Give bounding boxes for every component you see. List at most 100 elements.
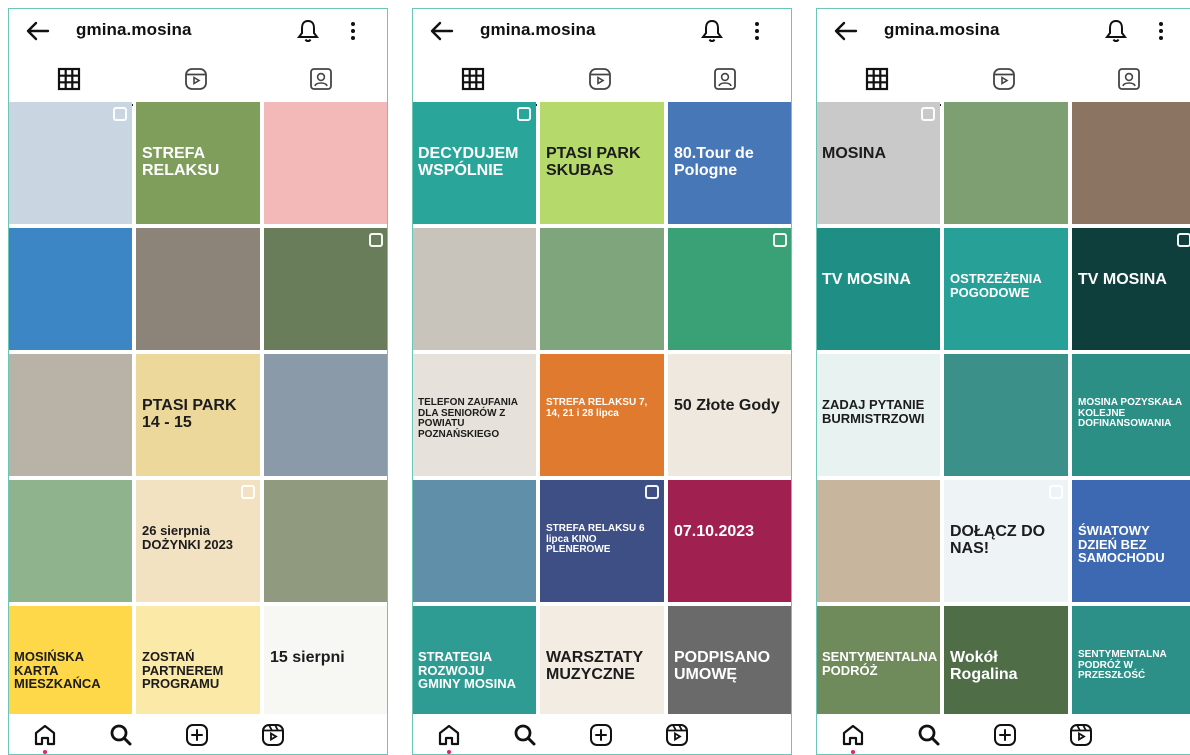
notifications-bell-icon[interactable] (296, 18, 320, 44)
post-thumbnail[interactable]: STRATEGIA ROZWOJU GMINY MOSINA (412, 606, 536, 728)
reels-icon[interactable] (260, 722, 286, 748)
bottom-navigation (8, 714, 388, 755)
reels-tab-icon[interactable] (991, 66, 1017, 92)
post-thumbnail[interactable]: TELEFON ZAUFANIA DLA SENIORÓW Z POWIATU … (412, 354, 536, 476)
multiple-photos-icon (517, 107, 531, 121)
post-thumbnail[interactable] (944, 102, 1068, 224)
reels-icon[interactable] (1068, 722, 1094, 748)
notification-dot (447, 750, 451, 754)
search-icon[interactable] (916, 722, 942, 748)
home-icon[interactable] (436, 722, 462, 748)
back-arrow-icon[interactable] (428, 18, 456, 44)
post-thumbnail[interactable] (944, 354, 1068, 476)
multiple-photos-icon (113, 107, 127, 121)
post-thumbnail[interactable]: SENTYMENTALNA PODRÓŻ (816, 606, 940, 728)
back-arrow-icon[interactable] (832, 18, 860, 44)
more-options-icon[interactable] (750, 18, 764, 44)
post-thumbnail-text: ZOSTAŃ PARTNEREM PROGRAMU (142, 649, 224, 692)
home-icon[interactable] (840, 722, 866, 748)
post-thumbnail[interactable]: PTASI PARK SKUBAS (540, 102, 664, 224)
reels-tab-icon[interactable] (587, 66, 613, 92)
post-thumbnail[interactable] (8, 480, 132, 602)
post-thumbnail[interactable]: Wokół Rogalina (944, 606, 1068, 728)
search-icon[interactable] (512, 722, 538, 748)
post-thumbnail-text: STREFA RELAKSU 7, 14, 21 i 28 lipca (546, 397, 648, 419)
tagged-tab-icon[interactable] (1116, 66, 1142, 92)
search-icon[interactable] (108, 722, 134, 748)
post-thumbnail[interactable] (8, 102, 132, 224)
post-thumbnail[interactable] (136, 228, 260, 350)
top-bar: gmina.mosina (816, 8, 1190, 54)
post-thumbnail-text: STREFA RELAKSU 6 lipca KINO PLENEROWE (546, 523, 645, 555)
post-thumbnail-text: 07.10.2023 (674, 523, 755, 540)
post-thumbnail[interactable]: ZOSTAŃ PARTNEREM PROGRAMU (136, 606, 260, 728)
more-options-icon[interactable] (346, 18, 360, 44)
post-thumbnail[interactable] (264, 102, 388, 224)
post-thumbnail[interactable] (8, 354, 132, 476)
post-thumbnail[interactable]: DOŁĄCZ DO NAS! (944, 480, 1068, 602)
notifications-bell-icon[interactable] (1104, 18, 1128, 44)
post-thumbnail[interactable]: PODPISANO UMOWĘ (668, 606, 792, 728)
post-thumbnail[interactable] (668, 228, 792, 350)
notifications-bell-icon[interactable] (700, 18, 724, 44)
post-thumbnail-text: PODPISANO UMOWĘ (674, 649, 771, 683)
post-thumbnail-text: SENTYMENTALNA PODRÓŻ (822, 649, 937, 678)
post-thumbnail[interactable]: OSTRZEŻENIA POGODOWE (944, 228, 1068, 350)
post-thumbnail[interactable]: PTASI PARK 14 - 15 (136, 354, 260, 476)
create-post-icon[interactable] (992, 722, 1018, 748)
post-thumbnail[interactable]: TV MOSINA (1072, 228, 1190, 350)
post-thumbnail[interactable]: DECYDUJEM WSPÓLNIE (412, 102, 536, 224)
post-thumbnail[interactable]: STREFA RELAKSU 7, 14, 21 i 28 lipca (540, 354, 664, 476)
grid-posts-icon[interactable] (864, 66, 890, 92)
multiple-photos-icon (241, 485, 255, 499)
post-thumbnail-text: 15 sierpni (270, 649, 345, 666)
post-thumbnail[interactable]: 26 sierpnia DOŻYNKI 2023 (136, 480, 260, 602)
profile-username: gmina.mosina (884, 20, 1000, 39)
post-thumbnail-text: PTASI PARK SKUBAS (546, 145, 641, 179)
tagged-tab-icon[interactable] (308, 66, 334, 92)
post-thumbnail-text: TELEFON ZAUFANIA DLA SENIORÓW Z POWIATU … (418, 397, 518, 440)
top-bar: gmina.mosina (8, 8, 388, 54)
reels-tab-icon[interactable] (183, 66, 209, 92)
tagged-tab-icon[interactable] (712, 66, 738, 92)
post-thumbnail[interactable] (264, 480, 388, 602)
post-thumbnail-text: DOŁĄCZ DO NAS! (950, 523, 1046, 557)
post-thumbnail[interactable]: 80.Tour de Pologne (668, 102, 792, 224)
post-thumbnail-text: SENTYMENTALNA PODRÓŻ W PRZESZŁOŚĆ (1078, 649, 1167, 681)
post-thumbnail[interactable] (1072, 102, 1190, 224)
post-thumbnail[interactable]: ŚWIATOWY DZIEŃ BEZ SAMOCHODU (1072, 480, 1190, 602)
post-thumbnail[interactable]: 15 sierpni (264, 606, 388, 728)
create-post-icon[interactable] (184, 722, 210, 748)
posts-grid: MOSINA TV MOSINA OSTRZEŻENIA POGODOWE TV MO… (816, 102, 1190, 728)
reels-icon[interactable] (664, 722, 690, 748)
home-icon[interactable] (32, 722, 58, 748)
multiple-photos-icon (921, 107, 935, 121)
back-arrow-icon[interactable] (24, 18, 52, 44)
post-thumbnail[interactable]: 07.10.2023 (668, 480, 792, 602)
grid-posts-icon[interactable] (56, 66, 82, 92)
create-post-icon[interactable] (588, 722, 614, 748)
post-thumbnail[interactable]: STREFA RELAKSU (136, 102, 260, 224)
post-thumbnail[interactable] (264, 354, 388, 476)
post-thumbnail[interactable]: MOSINA (816, 102, 940, 224)
post-thumbnail-text: WARSZTATY MUZYCZNE (546, 649, 643, 683)
post-thumbnail[interactable] (540, 228, 664, 350)
post-thumbnail[interactable] (412, 228, 536, 350)
post-thumbnail[interactable]: STREFA RELAKSU 6 lipca KINO PLENEROWE (540, 480, 664, 602)
grid-posts-icon[interactable] (460, 66, 486, 92)
post-thumbnail[interactable]: 50 Złote Gody (668, 354, 792, 476)
post-thumbnail[interactable]: MOSIŃSKA KARTA MIESZKAŃCA (8, 606, 132, 728)
post-thumbnail[interactable]: WARSZTATY MUZYCZNE (540, 606, 664, 728)
post-thumbnail[interactable]: ZADAJ PYTANIE BURMISTRZOWI (816, 354, 940, 476)
post-thumbnail[interactable]: SENTYMENTALNA PODRÓŻ W PRZESZŁOŚĆ (1072, 606, 1190, 728)
post-thumbnail[interactable]: MOSINA POZYSKAŁA KOLEJNE DOFINANSOWANIA (1072, 354, 1190, 476)
post-thumbnail[interactable] (816, 480, 940, 602)
post-thumbnail[interactable] (264, 228, 388, 350)
notification-dot (43, 750, 47, 754)
multiple-photos-icon (773, 233, 787, 247)
post-thumbnail[interactable] (8, 228, 132, 350)
post-thumbnail[interactable] (412, 480, 536, 602)
posts-grid: DECYDUJEM WSPÓLNIE PTASI PARK SKUBAS 80.To… (412, 102, 792, 728)
post-thumbnail[interactable]: TV MOSINA (816, 228, 940, 350)
more-options-icon[interactable] (1154, 18, 1168, 44)
